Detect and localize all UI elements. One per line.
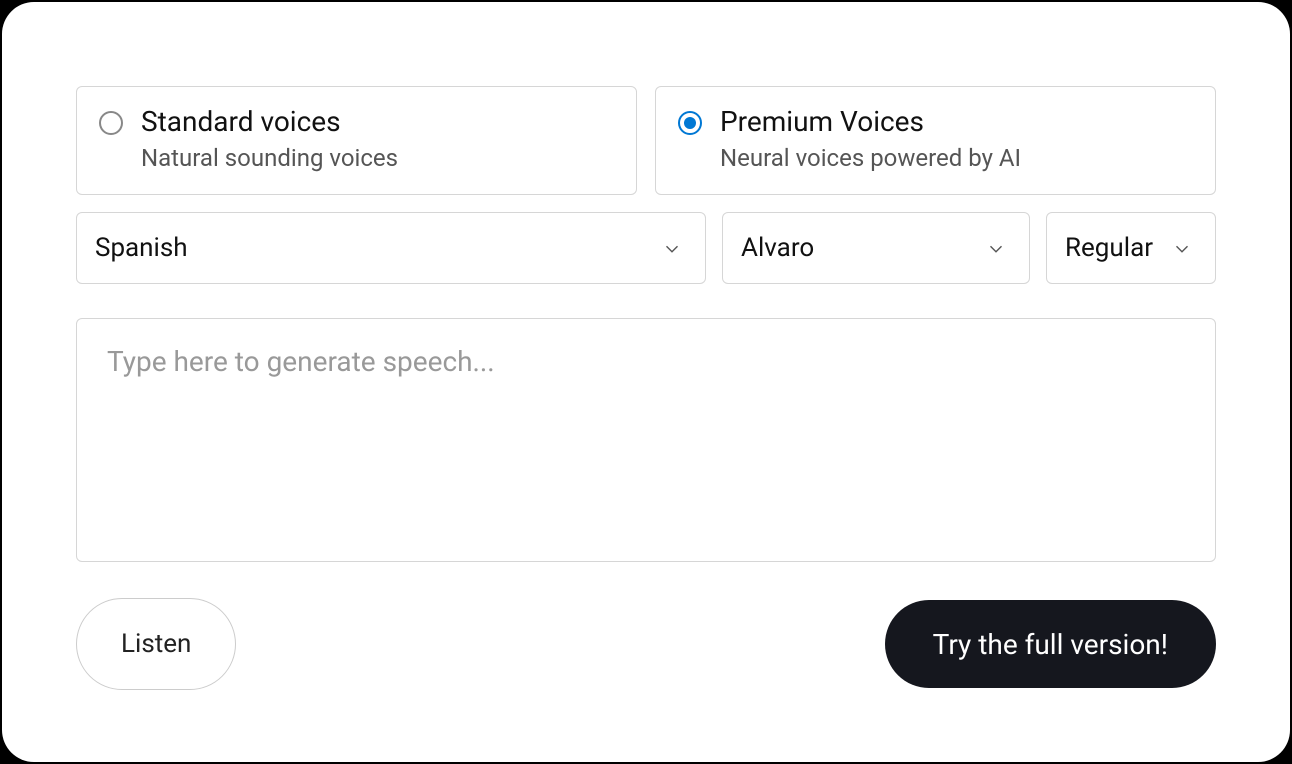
button-row: Listen Try the full version! — [76, 598, 1216, 690]
premium-voices-subtitle: Neural voices powered by AI — [720, 144, 1021, 172]
tts-panel: Standard voices Natural sounding voices … — [2, 2, 1290, 762]
chevron-down-icon — [661, 237, 683, 259]
standard-voices-text: Standard voices Natural sounding voices — [141, 105, 398, 172]
voice-select-value: Alvaro — [741, 233, 814, 263]
radio-unselected-icon — [99, 111, 123, 135]
language-select[interactable]: Spanish — [76, 212, 706, 284]
speed-select[interactable]: Regular — [1046, 212, 1216, 284]
chevron-down-icon — [985, 237, 1007, 259]
speech-text-input[interactable] — [76, 318, 1216, 562]
premium-voices-text: Premium Voices Neural voices powered by … — [720, 105, 1021, 172]
radio-selected-icon — [678, 111, 702, 135]
chevron-down-icon — [1171, 237, 1193, 259]
voice-type-row: Standard voices Natural sounding voices … — [76, 86, 1216, 195]
speed-select-value: Regular — [1065, 233, 1153, 263]
standard-voices-title: Standard voices — [141, 105, 398, 138]
language-select-value: Spanish — [95, 233, 188, 263]
voice-select[interactable]: Alvaro — [722, 212, 1030, 284]
premium-voices-card[interactable]: Premium Voices Neural voices powered by … — [655, 86, 1216, 195]
premium-voices-title: Premium Voices — [720, 105, 1021, 138]
listen-button[interactable]: Listen — [76, 598, 236, 690]
try-full-version-button[interactable]: Try the full version! — [885, 600, 1216, 688]
select-row: Spanish Alvaro Regular — [76, 212, 1216, 284]
standard-voices-subtitle: Natural sounding voices — [141, 144, 398, 172]
standard-voices-card[interactable]: Standard voices Natural sounding voices — [76, 86, 637, 195]
